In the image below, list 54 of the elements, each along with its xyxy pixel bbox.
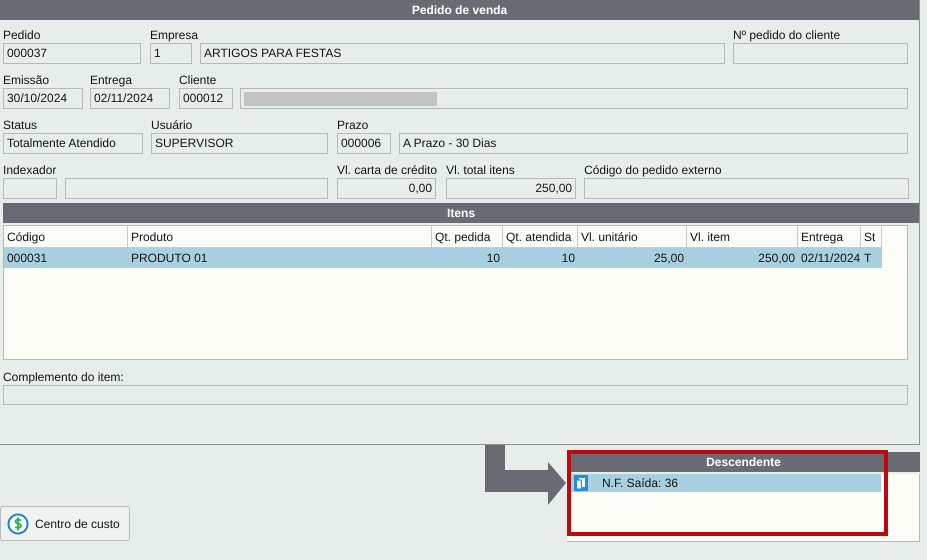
field-label: Empresa [150, 27, 200, 43]
cost-center-button[interactable]: Centro de custo [0, 506, 130, 541]
table-cell-text: 250,00 [757, 250, 796, 267]
field-label: Pedido [3, 27, 42, 43]
column-header[interactable]: Qt. atendida [503, 226, 578, 248]
field-label: Status [3, 117, 38, 133]
input-field[interactable]: 1 [150, 43, 192, 64]
input-field[interactable]: ARTIGOS PARA FESTAS [200, 43, 725, 64]
list-item[interactable]: N.F. Saída: 36 [570, 474, 881, 492]
input-field[interactable]: A Prazo - 30 Dias [399, 133, 908, 154]
table-cell-text: 10 [560, 250, 576, 267]
field-label: Prazo [337, 117, 370, 133]
input-field[interactable]: 30/10/2024 [3, 88, 83, 109]
table-cell-text: T [863, 250, 872, 267]
table-cell-text: 02/11/2024 [800, 250, 861, 267]
input-field[interactable]: 02/11/2024 [90, 88, 170, 109]
field-label: Entrega [90, 72, 134, 88]
field-label: Indexador [3, 162, 58, 178]
input-field[interactable] [3, 178, 57, 199]
column-header[interactable]: Qt. pedida [432, 226, 503, 248]
column-header[interactable]: St [861, 226, 882, 248]
table-row[interactable]: 000031 PRODUTO 01 10 10 25,00 250,00 02/11/2024 T [4, 248, 882, 268]
input-field[interactable]: Totalmente Atendido [3, 133, 143, 154]
input-field[interactable] [240, 88, 908, 109]
section-header: Itens [3, 203, 919, 223]
column-header[interactable]: Entrega [798, 226, 861, 248]
dollar-icon [7, 512, 29, 534]
field-label: Usuário [151, 117, 194, 133]
table-cell-text: 25,00 [652, 250, 685, 267]
table-cell-text: 10 [486, 250, 501, 267]
field-label: Vl. total itens [446, 162, 516, 178]
field-label: Vl. carta de crédito [337, 162, 438, 178]
input-field[interactable] [65, 178, 328, 199]
table-cell-text: 000031 [6, 250, 48, 267]
field-label: Complemento do item: [3, 369, 125, 385]
table-cell-text: PRODUTO 01 [130, 250, 208, 267]
input-field[interactable]: 000006 [337, 133, 391, 154]
input-field[interactable]: 250,00 [446, 178, 576, 199]
input-field[interactable] [3, 385, 908, 405]
input-field[interactable]: 000012 [179, 88, 233, 109]
field-label: Código do pedido externo [584, 162, 722, 178]
column-header[interactable]: Código [4, 226, 128, 248]
input-field[interactable] [733, 43, 908, 64]
column-header[interactable]: Vl. unitário [578, 226, 687, 248]
input-field[interactable]: 0,00 [337, 178, 436, 199]
input-field[interactable]: 000037 [3, 43, 141, 64]
window-title: Pedido de venda [0, 0, 919, 20]
column-header[interactable]: Vl. item [687, 226, 798, 248]
input-field[interactable] [584, 178, 910, 199]
field-label: Cliente [179, 72, 218, 88]
field-label: Emissão [3, 72, 50, 88]
input-field[interactable]: SUPERVISOR [151, 133, 328, 154]
column-header[interactable]: Produto [128, 226, 432, 248]
field-label: Nº pedido do cliente [733, 27, 842, 43]
